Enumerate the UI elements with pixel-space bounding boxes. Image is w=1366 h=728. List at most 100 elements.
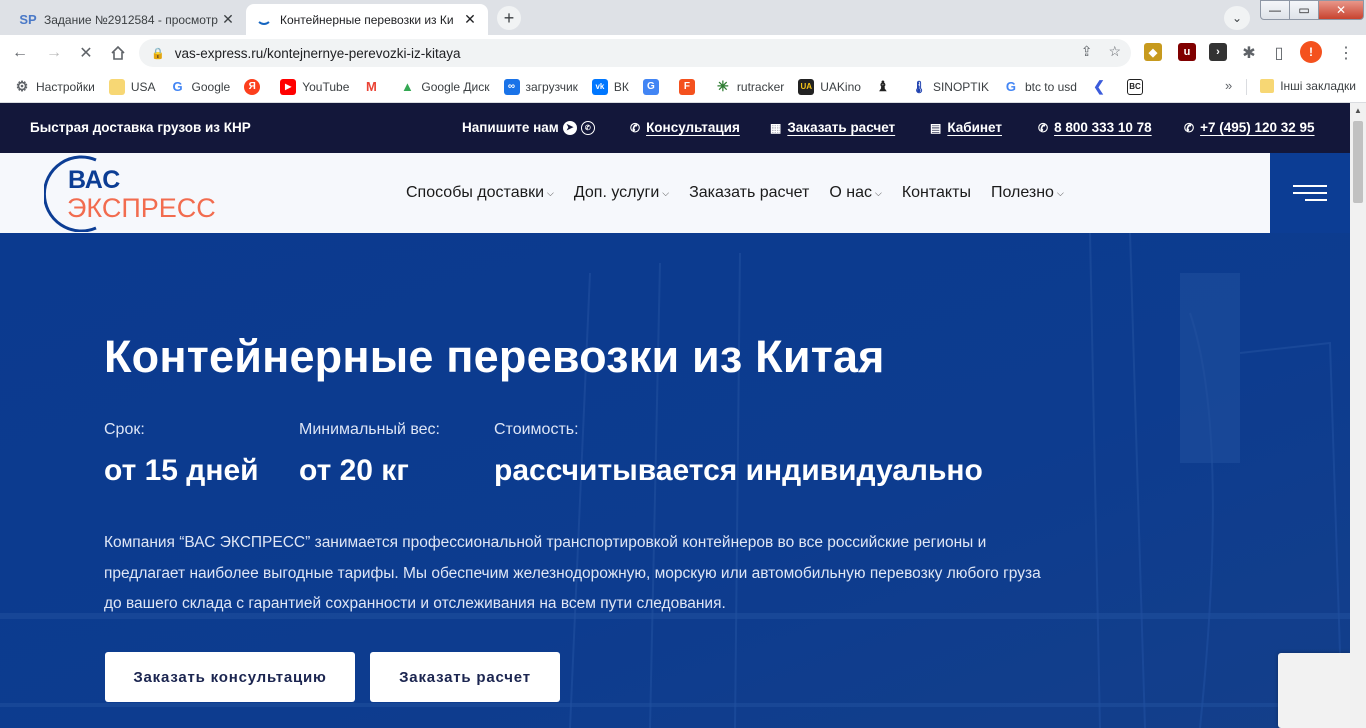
tab-search-button[interactable]: ⌄ [1224,6,1250,30]
hero-description: Компания “ВАС ЭКСПРЕСС” занимается профе… [104,534,1041,612]
nav-useful[interactable]: Полезно ⌵ [991,184,1064,202]
phone-link-1[interactable]: ✆ 8 800 333 10 78 [1038,120,1152,135]
close-window-button[interactable]: ✕ [1318,0,1364,20]
scrollbar-thumb[interactable] [1353,121,1363,203]
bookmark-item[interactable]: M [363,79,385,95]
page-scrollbar[interactable]: ▲ [1350,103,1366,728]
order-calc-button[interactable]: Заказать расчет [370,652,560,702]
nav-extra-services[interactable]: Доп. услуги ⌵ [574,184,669,202]
bookmark-item[interactable]: UA UAKino [798,78,861,95]
side-panel-icon[interactable]: ▯ [1267,41,1291,65]
share-icon[interactable]: ⇪ [1081,43,1093,60]
site-logo[interactable]: ВАС ЭКСПРЕСС [42,154,244,233]
nav-contacts[interactable]: Контакты [902,184,971,202]
extension-ublock-icon[interactable]: u [1178,43,1196,61]
bookmark-item[interactable]: Gbtc to usd [1003,79,1077,95]
nav-about[interactable]: О нас ⌵ [829,184,881,202]
bookmark-item[interactable]: ♝ [875,78,897,95]
arrow-icon: ❮ [1093,78,1105,94]
bookmark-item[interactable]: ✳ rutracker [715,78,784,95]
folder-icon [108,78,125,95]
param-min-weight: Минимальный вес: от 20 кг [299,421,440,488]
order-calc-link[interactable]: ▦ Заказать расчет [770,120,895,135]
yandex-icon: Я [244,78,261,95]
google-icon: G [1005,79,1017,94]
chevron-down-icon: ⌵ [662,187,670,198]
nav-delivery-methods[interactable]: Способы доставки ⌵ [406,184,554,202]
tab-title: Задание №2912584 - просмотр [44,12,218,27]
profile-avatar[interactable]: ! [1300,41,1322,63]
bookmarks-divider [1246,79,1247,95]
write-us[interactable]: Напишите нам ➤ ✆ [462,120,595,135]
nav-order-calc[interactable]: Заказать расчет [689,184,809,202]
hero-title: Контейнерные перевозки из Китая [104,331,885,382]
sp-favicon-icon: SP [19,12,37,27]
close-tab-icon[interactable]: ✕ [220,11,236,28]
stop-loading-icon[interactable]: ✕ [74,41,98,65]
youtube-icon: ▶ [280,78,297,95]
phone-icon: ✆ [1184,120,1195,135]
tab-title: Контейнерные перевозки из Ки [280,12,454,27]
bookmark-item[interactable]: G [642,78,665,95]
bookmark-item[interactable]: ∞ загрузчик [503,78,578,95]
bookmark-item[interactable]: Я [244,78,266,95]
recaptcha-badge[interactable] [1278,653,1350,728]
minimize-button[interactable]: — [1260,0,1290,20]
id-card-icon: ▤ [930,120,942,135]
scroll-up-arrow-icon[interactable]: ▲ [1350,103,1366,119]
bookmark-item[interactable]: F [678,78,701,95]
extension-shield-icon[interactable]: ◆ [1144,43,1162,61]
bookmark-item[interactable]: vk ВК [591,78,629,95]
bookmarks-more-icon[interactable]: » [1225,78,1232,93]
param-label: Срок: [104,421,145,438]
param-value: от 15 дней [104,454,259,487]
uakino-icon: UA [798,78,815,95]
bookmark-star-icon[interactable]: ☆ [1108,43,1121,60]
consultation-link[interactable]: ✆ Консультация [630,120,740,135]
bookmarks-bar: ⚙ Настройки USA G Google Я ▶ YouTube M ▲ Goo… [0,71,1366,103]
home-icon[interactable] [106,41,130,65]
bookmark-item[interactable]: G Google [170,79,230,95]
order-consultation-button[interactable]: Заказать консультацию [105,652,355,702]
bookmark-item[interactable]: BC [1126,78,1149,95]
vk-icon: vk [591,78,608,95]
bookmark-item[interactable]: ▲ Google Диск [399,79,490,95]
forward-icon[interactable]: → [42,41,66,65]
bookmark-item[interactable]: 🌡 SINOPTIK [911,79,989,95]
extension-arrow-icon[interactable]: › [1209,43,1227,61]
folder-icon [1260,79,1275,93]
param-term: Срок: от 15 дней [104,421,259,488]
bookmark-item[interactable]: ⚙ Настройки [14,78,95,95]
loader-icon: ∞ [503,78,520,95]
bookmark-item[interactable]: ❮ [1091,78,1113,95]
logo-line-2: ЭКСПРЕСС [67,193,216,223]
browser-tab-active[interactable]: Контейнерные перевозки из Ки ✕ [246,4,488,35]
menu-kebab-icon[interactable]: ⋮ [1334,41,1358,65]
bookmark-item[interactable]: ▶ YouTube [280,78,349,95]
bookmark-item[interactable]: USA [108,78,156,95]
whatsapp-icon[interactable]: ✆ [580,120,595,135]
chevron-down-icon: ⌵ [547,187,554,198]
extensions-puzzle-icon[interactable]: ✱ [1237,41,1261,65]
close-tab-icon[interactable]: ✕ [462,11,478,28]
cabinet-link[interactable]: ▤ Кабинет [930,120,1002,135]
gmail-icon: M [365,79,377,94]
chevron-down-icon: ⌵ [1056,187,1064,198]
chess-icon: ♝ [876,78,890,94]
browser-tab[interactable]: SP Задание №2912584 - просмотр ✕ [10,4,246,35]
rutracker-icon: ✳ [717,78,729,94]
address-bar[interactable]: 🔒 vas-express.ru/kontejnernye-perevozki-… [139,39,1131,67]
site-topbar: Быстрая доставка грузов из КНР Напишите … [0,103,1350,153]
telegram-icon[interactable]: ➤ [562,120,577,135]
back-icon[interactable]: ← [8,41,32,65]
site-header: ВАС ЭКСПРЕСС Способы доставки ⌵ Доп. услу… [0,153,1350,233]
lock-icon[interactable]: 🔒 [151,47,165,60]
phone-link-2[interactable]: ✆ +7 (495) 120 32 95 [1184,120,1315,135]
f-icon: F [678,78,695,95]
maximize-button[interactable]: ▭ [1289,0,1319,20]
google-icon: G [172,79,183,94]
other-bookmarks[interactable]: Інші закладки [1260,79,1356,93]
hamburger-menu-button[interactable] [1270,153,1350,233]
calculator-icon: ▦ [770,120,782,135]
new-tab-button[interactable]: + [497,6,521,30]
